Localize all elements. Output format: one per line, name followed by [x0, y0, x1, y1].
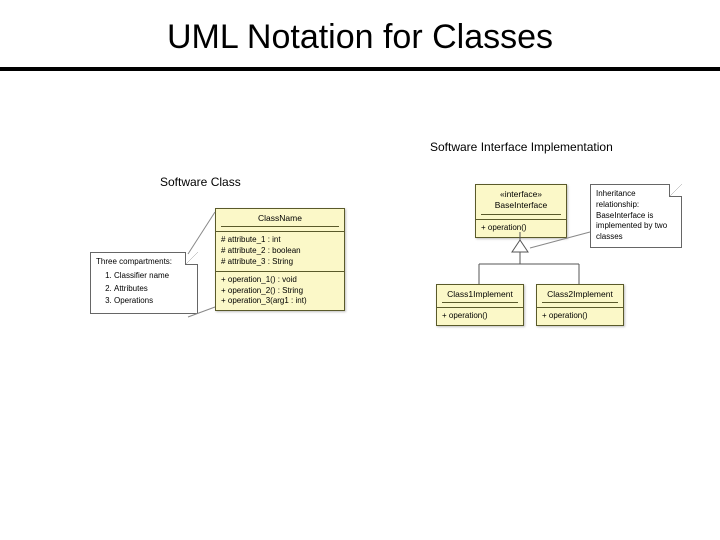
diagram-stage: Software Class Software Interface Implem… — [0, 92, 720, 540]
title-divider — [0, 67, 720, 71]
page-title: UML Notation for Classes — [0, 0, 720, 67]
connectors-svg — [0, 92, 720, 540]
